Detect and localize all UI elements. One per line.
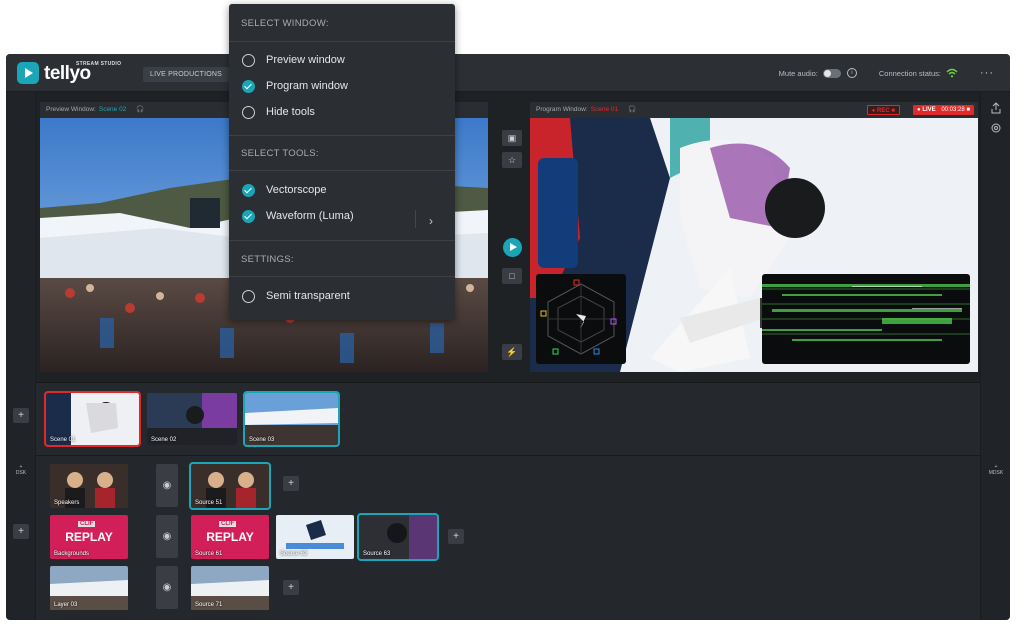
app-window: tellyo STREAM STUDIO LIVE PRODUCTIONS Mu… — [6, 54, 1010, 620]
more-options-icon[interactable]: ··· — [980, 67, 994, 79]
layer-visibility-eye-icon[interactable]: ◉ — [156, 464, 178, 507]
option-vectorscope[interactable]: Vectorscope — [242, 182, 327, 198]
monitor-options-dropdown: SELECT WINDOW: Preview window Program wi… — [229, 4, 455, 320]
scene-label: Scene 01 — [50, 437, 76, 443]
preview-scene-name: Scene 02 — [98, 106, 127, 113]
option-hide-tools[interactable]: Hide tools — [242, 104, 315, 120]
add-source-row1-button[interactable]: + — [283, 476, 299, 491]
add-mdsk-button[interactable]: + MDSK — [984, 464, 1008, 476]
radio-icon — [242, 289, 255, 303]
source-thumb-62[interactable]: Source 62 — [276, 515, 354, 559]
select-window-header: SELECT WINDOW: — [241, 18, 329, 29]
info-icon[interactable]: i — [846, 68, 857, 78]
logo: tellyo STREAM STUDIO — [17, 60, 122, 84]
settings-header: SETTINGS: — [241, 254, 294, 265]
scene-label: Scene 03 — [249, 437, 275, 443]
left-sidebar: + + DSK + — [6, 92, 36, 620]
divider — [229, 41, 455, 42]
option-semi-transparent[interactable]: Semi transparent — [242, 288, 350, 304]
header-controls: Mute audio: i Connection status: ··· — [779, 54, 994, 92]
check-icon — [242, 183, 255, 197]
add-source-row3-button[interactable]: + — [283, 580, 299, 595]
program-header: Program Window: Scene 01 🎧 ● REC ■ ● LIVE… — [530, 102, 978, 118]
radio-icon — [242, 105, 255, 119]
layer-visibility-eye-icon[interactable]: ◉ — [156, 515, 178, 558]
connection-status-label: Connection status: — [878, 68, 941, 78]
rec-button[interactable]: ● REC ■ — [866, 105, 900, 115]
live-productions-button[interactable]: LIVE PRODUCTIONS — [143, 67, 230, 82]
logo-subtitle: STREAM STUDIO — [76, 60, 122, 67]
layer-thumb-speakers[interactable]: Speakers — [50, 464, 128, 508]
scene-thumb-2[interactable]: Scene 02 — [147, 393, 237, 445]
radio-icon — [242, 53, 255, 67]
right-sidebar: + MDSK — [980, 92, 1010, 620]
select-tools-header: SELECT TOOLS: — [241, 148, 319, 159]
scenes-row: Scene 01 Scene 02 Scene 03 — [36, 382, 980, 456]
wifi-icon — [946, 68, 958, 78]
waveform-luma — [762, 274, 970, 364]
monitor-area: Preview Window: Scene 02 🎧 ▣ ☆ □ ⚡ Progr… — [36, 92, 980, 382]
chevron-right-icon[interactable]: › — [429, 214, 433, 228]
layer-visibility-eye-icon[interactable]: ◉ — [156, 566, 178, 609]
option-program-window[interactable]: Program window — [242, 78, 348, 94]
source-thumb-61[interactable]: CLIF REPLAY Source 61 — [191, 515, 269, 559]
option-preview-window[interactable]: Preview window — [242, 52, 345, 68]
settings-gear-icon[interactable] — [989, 122, 1003, 136]
logo-text: tellyo STREAM STUDIO — [44, 60, 122, 84]
vectorscope — [536, 274, 626, 364]
headphones-icon[interactable]: 🎧 — [136, 106, 144, 113]
add-layer-button[interactable]: + — [13, 524, 29, 539]
add-dsk-button[interactable]: + DSK — [9, 464, 33, 476]
headphones-icon[interactable]: 🎧 — [628, 106, 636, 113]
add-scene-button[interactable]: + — [13, 408, 29, 423]
transition-tools: ▣ ☆ □ ⚡ — [494, 92, 528, 382]
scene-thumb-3[interactable]: Scene 03 — [243, 391, 340, 447]
layers-area: Speakers ◉ Source 51 + + CLIF REPLAY Bac… — [36, 456, 980, 620]
stop-icon[interactable]: □ — [502, 268, 522, 284]
source-thumb-63[interactable]: Source 63 — [357, 513, 439, 561]
source-thumb-71[interactable]: Source 71 — [191, 566, 269, 610]
share-icon[interactable] — [989, 102, 1003, 116]
program-scene-name: Scene 01 — [590, 106, 619, 113]
source-thumb-51[interactable]: Source 51 — [189, 462, 271, 510]
divider — [229, 135, 455, 136]
option-waveform-luma[interactable]: Waveform (Luma) — [242, 208, 354, 224]
layer-thumb-backgrounds[interactable]: CLIF REPLAY Backgrounds — [50, 515, 128, 559]
star-effect-icon[interactable]: ☆ — [502, 152, 522, 168]
top-bar: tellyo STREAM STUDIO LIVE PRODUCTIONS Mu… — [6, 54, 1010, 92]
program-image — [530, 118, 978, 372]
divider — [229, 170, 455, 171]
add-source-row2-end-button[interactable]: + — [448, 529, 464, 544]
mute-audio-label: Mute audio: — [778, 68, 818, 78]
program-window: Program Window: Scene 01 🎧 ● REC ■ ● LIVE… — [530, 102, 978, 372]
mute-audio-toggle[interactable] — [822, 68, 841, 78]
layer-thumb-layer03[interactable]: Layer 03 — [50, 566, 128, 610]
scene-thumb-1[interactable]: Scene 01 — [44, 391, 141, 447]
scene-label: Scene 02 — [151, 437, 177, 443]
logo-play-icon — [17, 62, 39, 84]
divider — [229, 240, 455, 241]
divider — [415, 210, 416, 228]
auto-transition-icon[interactable]: ⚡ — [502, 344, 522, 360]
take-play-button[interactable] — [503, 238, 522, 257]
check-icon — [242, 209, 255, 223]
divider — [229, 276, 455, 277]
check-icon — [242, 79, 255, 93]
live-button[interactable]: ● LIVE 00:03:28 ■ — [913, 105, 974, 115]
crop-frame-icon[interactable]: ▣ — [502, 130, 522, 146]
